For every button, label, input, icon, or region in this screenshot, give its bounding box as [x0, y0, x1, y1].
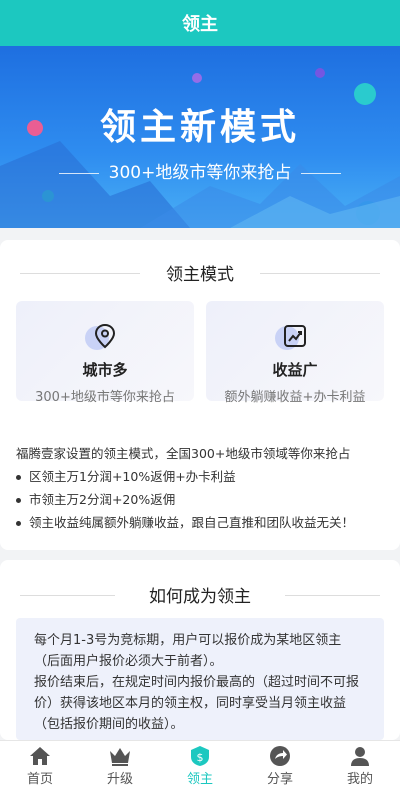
location-pin-icon: [85, 322, 119, 350]
lord-mode-card: 领主模式 城市多 300+地级市等你来抢占 收益广 额外躺赚收益+办卡利益 福腾…: [0, 240, 400, 550]
banner-headline: 领主新模式: [99, 107, 300, 148]
home-icon: [30, 747, 50, 765]
share-icon: [270, 746, 290, 766]
section-title-how: 如何成为领主: [0, 582, 400, 607]
mode-bullet: 市领主万2分润+20%返佣: [16, 489, 175, 508]
tab-label: 首页: [26, 772, 53, 785]
trend-chart-icon: [275, 322, 309, 350]
tab-label: 我的: [346, 772, 373, 785]
bottom-tab-bar: 首页 升级 $ 领主 分享 我的: [0, 740, 400, 785]
feature-title: 城市多: [82, 361, 128, 379]
feature-income: 收益广 额外躺赚收益+办卡利益: [206, 301, 384, 405]
banner-subline: 300+地级市等你来抢占: [0, 158, 400, 183]
mode-bullet: 领主收益纯属额外躺赚收益，跟自己直推和团队收益无关！: [16, 512, 354, 531]
feature-city: 城市多 300+地级市等你来抢占: [16, 301, 194, 405]
svg-text:$: $: [197, 751, 204, 764]
tab-share[interactable]: 分享: [240, 741, 320, 785]
tab-home[interactable]: 首页: [0, 741, 80, 785]
app-header: 领主: [0, 0, 400, 46]
tab-label: 分享: [266, 772, 293, 785]
how-paragraph: 报价结束后，在规定时间内报价最高的（超过时间不可报价）获得该地区本月的领主权，同…: [34, 675, 360, 732]
tab-mine[interactable]: 我的: [320, 741, 400, 785]
tab-upgrade[interactable]: 升级: [80, 741, 160, 785]
user-icon: [351, 747, 369, 766]
section-title-mode: 领主模式: [0, 260, 400, 285]
feature-desc: 300+地级市等你来抢占: [35, 390, 175, 405]
tab-label: 领主: [186, 772, 213, 785]
tab-lord[interactable]: $ 领主: [160, 741, 240, 785]
tab-label: 升级: [106, 772, 133, 785]
feature-desc: 额外躺赚收益+办卡利益: [224, 390, 366, 405]
feature-title: 收益广: [272, 361, 318, 379]
promo-banner: 领主新模式 300+地级市等你来抢占: [0, 46, 400, 228]
crown-icon: [110, 748, 130, 766]
mode-intro: 福腾壹家设置的领主模式，全国300+地级市领域等你来抢占: [16, 446, 351, 461]
page-title: 领主: [182, 14, 218, 35]
how-description: 每个月1-3号为竞标期，用户可以报价成为某地区领主（后面用户报价必须大于前者）。…: [16, 618, 384, 740]
mode-bullet: 区领主万1分润+10%返佣+办卡利益: [16, 466, 236, 485]
lord-badge-icon: $: [191, 746, 209, 766]
how-paragraph: 每个月1-3号为竞标期，用户可以报价成为某地区领主（后面用户报价必须大于前者）。: [34, 633, 342, 669]
